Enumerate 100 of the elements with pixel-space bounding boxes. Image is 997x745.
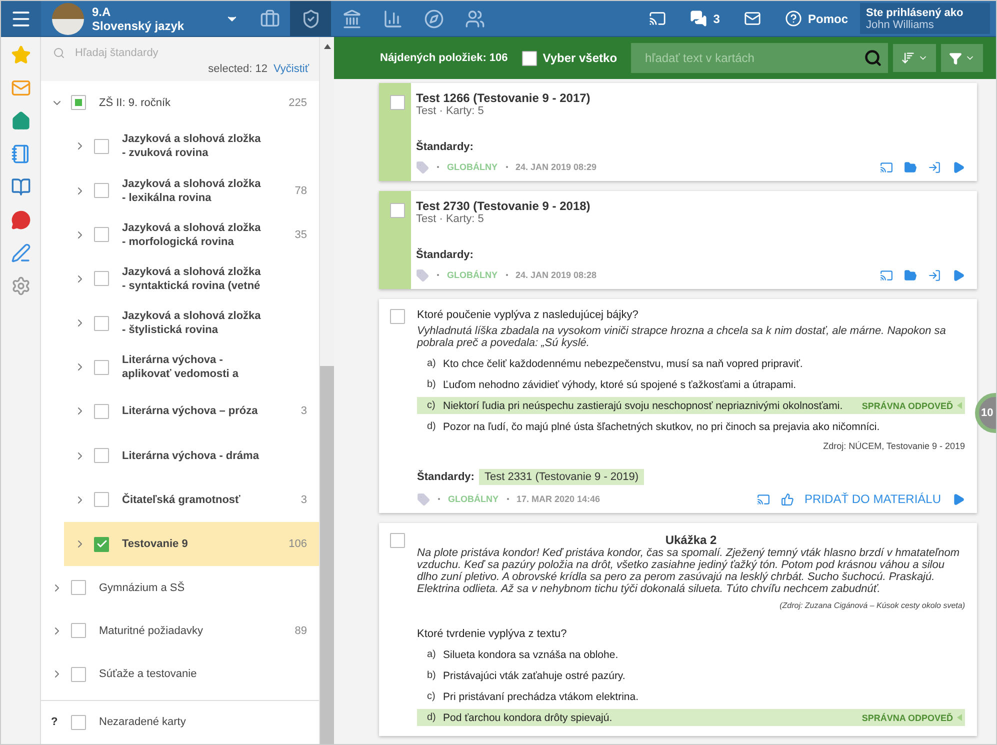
sign-in-icon[interactable] [928, 268, 941, 282]
cast-icon[interactable] [880, 160, 893, 174]
source-text: Zdroj: NÚCEM, Testovanie 9 - 2019 [822, 441, 965, 451]
sign-in-icon[interactable] [928, 160, 941, 174]
checkbox[interactable] [94, 404, 109, 419]
tree-label: ZŠ II: 9. ročník [98, 96, 172, 110]
star-icon[interactable] [10, 45, 30, 65]
tree-item[interactable]: Literárna výchova - dráma [64, 434, 319, 478]
clear-link[interactable]: Vyčistiť [274, 63, 309, 75]
search-icon [53, 47, 65, 59]
checkbox[interactable] [71, 714, 86, 730]
checkbox[interactable] [71, 666, 86, 682]
shield-check-icon[interactable] [290, 1, 331, 36]
tree-label: Čitateľská gramotnosť [121, 492, 242, 507]
tree-label: Jazyková a slohová zložka - zvuková rovina [121, 132, 262, 160]
folder-icon[interactable] [904, 268, 917, 282]
cast-icon[interactable] [756, 492, 770, 506]
card-subtitle: Test · Karty: 5 [416, 105, 485, 117]
user-menu[interactable]: Ste prihlásený ako John Williams [860, 3, 990, 34]
checkbox[interactable] [94, 492, 109, 508]
tree-item[interactable]: Gymnázium a SŠ [41, 566, 319, 610]
tree-item[interactable]: ? Nezaradené karty [41, 700, 319, 744]
menu-button[interactable] [1, 1, 41, 36]
visibility-label: GLOBÁLNY [448, 494, 498, 504]
tree-label: Jazyková a slohová zložka - štylistická rovina [121, 309, 262, 338]
tree-label: Gymnázium a SŠ [98, 580, 186, 595]
option-text: Pozor na ľudí, čo majú plné ústa šľachetných skutkov, no pri činoch sa prejavia ako ničomníci. [443, 420, 881, 432]
checkbox[interactable] [390, 533, 405, 548]
caret-left-icon [956, 402, 963, 409]
tree-item[interactable]: Literárna výchova - aplikovať vedomosti a [64, 345, 319, 390]
checkbox[interactable] [71, 580, 86, 596]
tree-item[interactable]: Jazyková a slohová zložka - štylistická rovina [64, 300, 319, 346]
passage-text: Na plote pristáva kondor! Keď pristáva kondor, čas sa spomalí. Zježený temný vták hlasno brzdí v hmatateľnom vzduchu. Keď sa pazúry položia na drôt, všetko zasiahne jediný ťažký tón. Potom pod krásnou váhou a silou dlho zuní pletivo. A obrovské krídla sa pero za perom zasúvajú na lesklý chrbát. Sucho šuchocú. Praskajú. Elektrina odlieta. Až sa v nehybnom tichu týči dokonalá silueta. Túto chvíľu nechcem zabudnúť. [417, 547, 961, 595]
pen-icon[interactable] [10, 243, 30, 263]
tree-label: Literárna výchova – próza [121, 404, 259, 418]
tree-label: Testovanie 9 [121, 537, 189, 551]
card-title: Test 2730 (Testovanie 9 - 2018) [416, 199, 592, 213]
tag-icon [417, 492, 430, 506]
tree-label: Nezaradené karty [98, 715, 187, 730]
notebook-icon[interactable] [10, 144, 30, 164]
tree-item[interactable]: Maturitné požiadavky 89 [41, 609, 319, 653]
card-search-field[interactable]: hľadať text v kartách [631, 43, 888, 73]
checkbox[interactable] [94, 183, 109, 198]
correct-answer-label: SPRÁVNA ODPOVEĎ [862, 712, 963, 722]
card-date: 24. JAN 2019 08:28 [516, 270, 597, 280]
home-icon[interactable] [10, 111, 30, 131]
option-letter: b) [427, 670, 437, 681]
checkbox[interactable] [94, 316, 109, 331]
search-icon[interactable] [864, 49, 882, 67]
filter-button[interactable] [941, 44, 983, 72]
visibility-label: GLOBÁLNY [447, 162, 498, 172]
tree-item[interactable]: Čitateľská gramotnosť 3 [64, 478, 319, 522]
tree-label: Jazyková a slohová zložka - morfologická rovina [121, 220, 262, 249]
tree-item[interactable]: Jazyková a slohová zložka - morfologická rovina 35 [64, 212, 319, 257]
separator-dot [437, 166, 439, 168]
tree-item[interactable]: Súťaže a testovanie [41, 652, 319, 696]
checkbox[interactable] [94, 360, 109, 375]
tree-item[interactable]: Jazyková a slohová zložka - lexikálna rovina 78 [64, 168, 319, 213]
option-letter: b) [427, 379, 437, 390]
scrollbar-thumb[interactable] [320, 366, 334, 744]
item-count: 78 [294, 184, 307, 196]
checkbox[interactable] [390, 203, 405, 218]
tree-item[interactable]: Jazyková a slohová zložka - syntaktická rovina (vetné [64, 256, 319, 301]
checkbox[interactable] [94, 448, 109, 464]
visibility-label: GLOBÁLNY [447, 270, 498, 280]
chat-icon[interactable] [10, 210, 30, 230]
thumbs-up-icon[interactable] [780, 492, 794, 506]
folder-icon[interactable] [904, 160, 917, 174]
tree-item[interactable]: ZŠ II: 9. ročník 225 [41, 81, 319, 124]
settings-icon[interactable] [10, 276, 30, 296]
help-button[interactable]: Pomoc [772, 1, 860, 36]
tree-item[interactable]: Literárna výchova – próza 3 [64, 389, 319, 434]
cast-icon[interactable] [880, 268, 893, 282]
play-icon[interactable] [952, 492, 965, 506]
tree-label: Literárna výchova - aplikovať vedomosti a [121, 353, 240, 382]
sort-icon [901, 51, 915, 65]
checkbox[interactable] [522, 50, 537, 66]
checkbox[interactable] [94, 536, 109, 552]
sort-button[interactable] [893, 44, 936, 72]
checkbox[interactable] [94, 138, 109, 154]
class-selector[interactable]: 9.A Slovenský jazyk [41, 1, 249, 36]
tree-item[interactable]: Testovanie 9 106 [64, 522, 319, 566]
search-input[interactable]: Hľadaj štandardy [73, 46, 309, 60]
checkbox[interactable] [94, 271, 109, 286]
checkbox[interactable] [71, 623, 86, 638]
play-icon[interactable] [952, 160, 965, 174]
book-icon[interactable] [10, 177, 30, 197]
option-letter: d) [427, 421, 437, 432]
messages-button[interactable]: 3 [678, 1, 732, 36]
checkbox[interactable] [390, 95, 405, 110]
selected-count: selected: 12 [208, 63, 268, 75]
option-letter: d) [427, 712, 437, 723]
checkbox[interactable] [71, 95, 86, 110]
checkbox[interactable] [94, 227, 109, 242]
help-icon [784, 10, 802, 27]
scroll-up-icon[interactable] [324, 42, 330, 50]
play-icon[interactable] [952, 268, 965, 282]
separator-dot [438, 498, 440, 500]
tree-item[interactable]: Jazyková a slohová zložka - zvuková rovina [64, 124, 319, 168]
checkbox[interactable] [390, 309, 405, 324]
